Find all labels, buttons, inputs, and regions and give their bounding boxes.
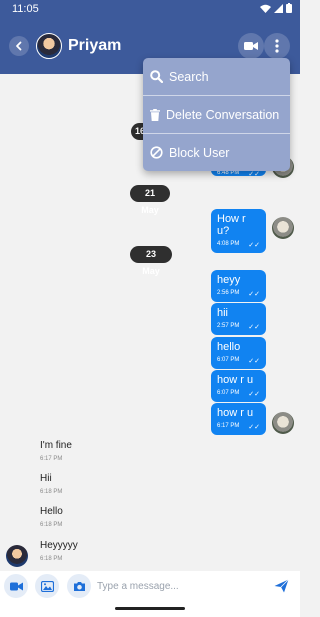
message-bubble-outgoing[interactable]: how r u 6:17 PM ✓✓ (211, 403, 266, 435)
message-text: how r u (217, 407, 254, 419)
signal-icon (274, 3, 283, 13)
contact-avatar[interactable] (36, 33, 62, 59)
search-icon (150, 70, 163, 83)
message-time: 6:17 PM (217, 423, 240, 429)
message-text: Heyyyyy (40, 540, 78, 551)
message-time: 6:07 PM (217, 357, 240, 363)
message-text: hii (217, 307, 229, 319)
contact-avatar-small (6, 545, 28, 567)
date-chip: 23 May (130, 246, 172, 276)
menu-item-block-user[interactable]: Block User (143, 134, 290, 171)
image-icon (40, 580, 54, 592)
more-options-button[interactable] (264, 33, 290, 59)
message-bubble-incoming[interactable]: Heyyyyy 6:18 PM (40, 540, 78, 562)
date-chip: 21 May (130, 185, 170, 215)
read-receipt-icon: ✓✓ (248, 391, 260, 398)
message-bubble-outgoing[interactable]: hii 2:57 PM ✓✓ (211, 303, 266, 335)
menu-item-search[interactable]: Search (143, 58, 290, 95)
camera-icon (73, 581, 85, 591)
message-time: 6:18 PM (40, 522, 63, 528)
my-avatar (272, 412, 294, 434)
my-avatar (272, 217, 294, 239)
read-receipt-icon: ✓✓ (248, 424, 260, 431)
back-button[interactable] (9, 36, 29, 56)
message-bubble-outgoing[interactable]: How r u? 4:08 PM ✓✓ (211, 209, 266, 253)
message-time: 2:56 PM (217, 290, 240, 296)
chevron-left-icon (16, 41, 22, 51)
send-image-button[interactable] (35, 574, 59, 598)
home-gesture-handle[interactable] (115, 607, 185, 610)
message-time: 6:07 PM (217, 390, 240, 396)
menu-item-label: Delete Conversation (166, 107, 280, 122)
message-bubble-incoming[interactable]: I'm fine 6:17 PM (40, 440, 72, 462)
read-receipt-icon: ✓✓ (248, 171, 260, 178)
contact-name[interactable]: Priyam (68, 37, 121, 55)
wifi-icon (260, 4, 271, 13)
message-time: 2:57 PM (217, 323, 240, 329)
battery-icon (286, 3, 292, 13)
message-time: 6:17 PM (40, 456, 63, 462)
message-text: hello (217, 341, 241, 353)
message-bubble-outgoing[interactable]: hello 6:07 PM ✓✓ (211, 337, 266, 369)
status-bar: 11:05 (0, 0, 300, 18)
message-time: 6:18 PM (40, 556, 63, 562)
camera-button[interactable] (67, 574, 91, 598)
options-menu: Search Delete Conversation Block User (143, 58, 290, 171)
send-button[interactable] (272, 577, 290, 595)
status-icons (260, 3, 292, 13)
message-time: 6:48 PM (217, 170, 240, 176)
message-text: Hello (40, 506, 63, 517)
read-receipt-icon: ✓✓ (248, 291, 260, 298)
send-icon (274, 579, 289, 593)
system-navigation-bar (0, 601, 300, 617)
read-receipt-icon: ✓✓ (248, 324, 260, 331)
menu-item-label: Search (169, 69, 209, 84)
video-camera-icon (244, 42, 258, 50)
message-bubble-incoming[interactable]: Hii 6:18 PM (40, 473, 62, 495)
message-time: 4:08 PM (217, 241, 240, 247)
status-time: 11:05 (12, 3, 39, 15)
message-bubble-outgoing[interactable]: heyy 2:56 PM ✓✓ (211, 270, 266, 302)
read-receipt-icon: ✓✓ (248, 358, 260, 365)
message-text: I'm fine (40, 440, 72, 451)
message-text: Hii (40, 473, 52, 484)
menu-item-label: Block User (169, 145, 230, 160)
message-bubble-outgoing[interactable]: how r u 6:07 PM ✓✓ (211, 370, 266, 402)
message-input[interactable] (97, 577, 267, 595)
menu-item-delete-conversation[interactable]: Delete Conversation (143, 96, 290, 133)
video-camera-icon (9, 582, 23, 590)
block-icon (150, 146, 163, 159)
video-call-button[interactable] (238, 33, 264, 59)
trash-icon (150, 108, 160, 121)
message-time: 6:18 PM (40, 489, 63, 495)
message-text: how r u (217, 374, 254, 386)
message-bubble-incoming[interactable]: Hello 6:18 PM (40, 506, 63, 528)
message-input-bar (0, 571, 300, 601)
send-video-button[interactable] (4, 574, 28, 598)
more-vertical-icon (275, 39, 279, 53)
message-text: heyy (217, 274, 241, 286)
read-receipt-icon: ✓✓ (248, 242, 260, 249)
message-text: How r u? (217, 213, 246, 237)
